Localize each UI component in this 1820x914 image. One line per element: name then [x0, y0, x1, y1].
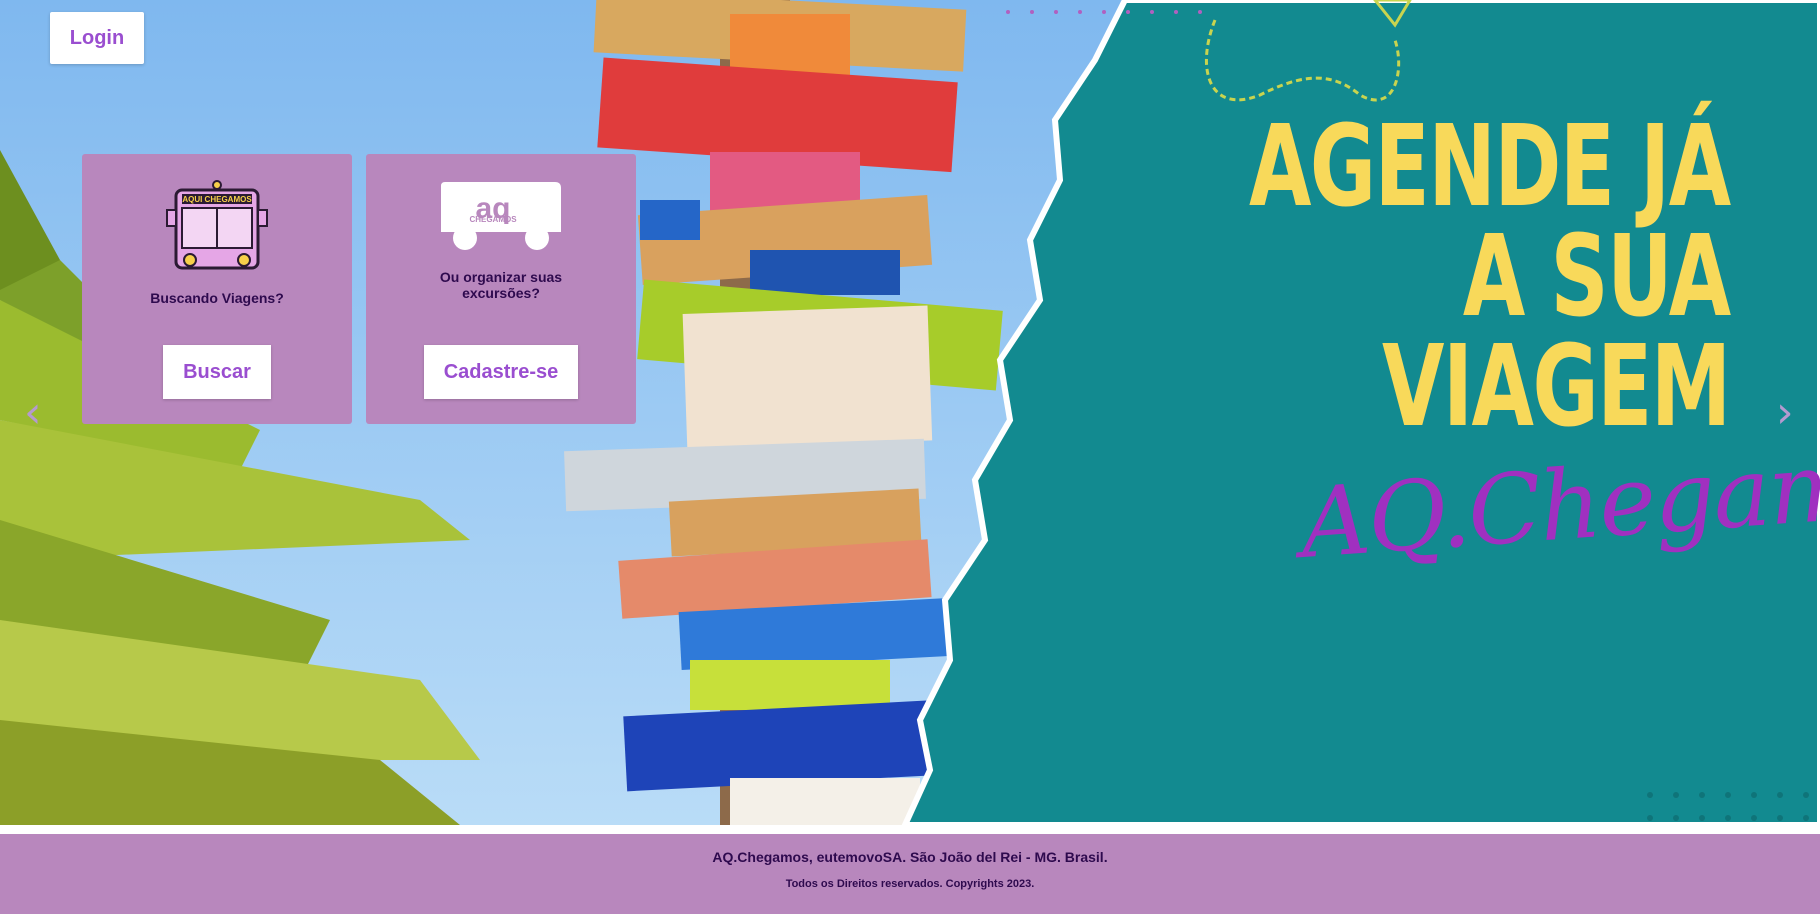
- headline-line-1: AGENDE JÁ: [1249, 102, 1731, 232]
- signup-button[interactable]: Cadastre-se: [424, 345, 578, 399]
- login-button[interactable]: Login: [50, 12, 144, 64]
- carousel-prev-arrow[interactable]: ‹: [24, 388, 42, 438]
- search-button[interactable]: Buscar: [163, 345, 271, 399]
- caption-line-1: Ou organizar suas: [439, 269, 563, 285]
- headline-line-3: VIAGEM: [1382, 322, 1731, 452]
- footer-address: AQ.Chegamos, eutemovoSA. São João del Re…: [712, 849, 1108, 865]
- search-trips-card: AQUI CHEGAMOS Buscando Viagens? Buscar: [82, 154, 352, 424]
- svg-text:AQUI CHEGAMOS: AQUI CHEGAMOS: [182, 195, 252, 204]
- headline-line-2: A SUA: [1463, 212, 1731, 342]
- footer: AQ.Chegamos, eutemovoSA. São João del Re…: [0, 834, 1820, 914]
- search-trips-caption: Buscando Viagens?: [150, 290, 284, 306]
- carousel-next-arrow[interactable]: ›: [1776, 388, 1794, 438]
- organize-excursions-caption: Ou organizar suas excursões?: [366, 269, 636, 301]
- svg-text:CHEGAMOS: CHEGAMOS: [469, 215, 517, 224]
- hero-headline: AGENDE JÁ A SUA VIAGEM: [1249, 102, 1731, 452]
- organize-excursions-card: aq CHEGAMOS Ou organizar suas excursões?…: [366, 154, 636, 424]
- bus-icon: AQUI CHEGAMOS: [166, 180, 268, 270]
- caption-line-2: excursões?: [462, 285, 540, 301]
- van-icon: aq CHEGAMOS: [441, 182, 561, 250]
- footer-copyright: Todos os Direitos reservados. Copyrights…: [785, 878, 1035, 890]
